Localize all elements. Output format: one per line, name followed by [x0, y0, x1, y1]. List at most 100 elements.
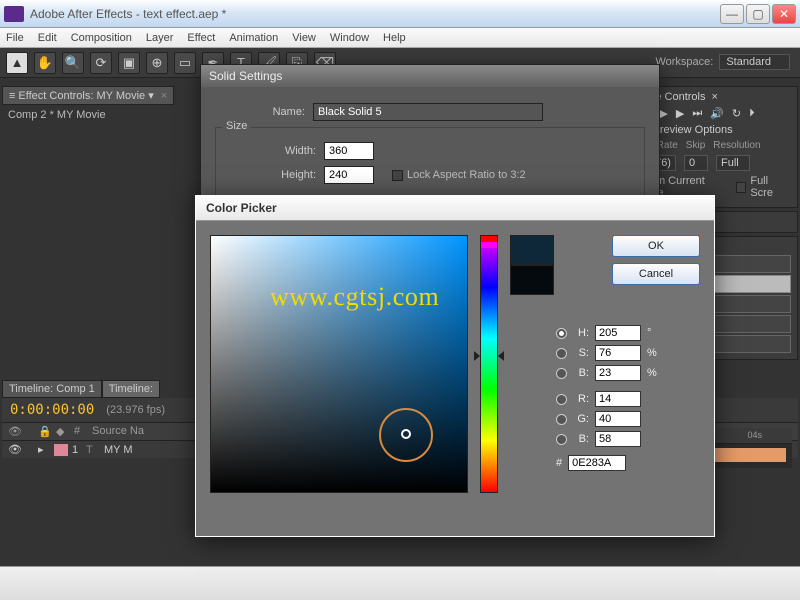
hex-label: #: [556, 457, 562, 469]
zoom-tool-icon[interactable]: 🔍: [62, 52, 84, 74]
fps-display: (23.976 fps): [106, 404, 165, 416]
minimize-button[interactable]: —: [720, 4, 744, 24]
lock-aspect-checkbox[interactable]: [392, 170, 403, 181]
name-input[interactable]: [313, 103, 543, 121]
dialog-title: Color Picker: [196, 196, 714, 221]
timeline-tab[interactable]: Timeline:: [102, 380, 160, 398]
saturation-value-box[interactable]: [210, 235, 468, 493]
dialog-title: Solid Settings: [201, 65, 659, 87]
comp-path: Comp 2 * MY Movie: [2, 105, 202, 125]
brightness-radio[interactable]: [556, 368, 567, 379]
resolution-field[interactable]: Full: [716, 155, 750, 171]
menu-file[interactable]: File: [6, 32, 24, 44]
hue-slider[interactable]: [480, 235, 498, 493]
mask-tool-icon[interactable]: ▭: [174, 52, 196, 74]
b-label: B:: [573, 367, 589, 379]
close-button[interactable]: ✕: [772, 4, 796, 24]
cancel-button[interactable]: Cancel: [612, 263, 700, 285]
h-label: H:: [573, 327, 589, 339]
width-label: Width:: [226, 145, 316, 157]
menu-layer[interactable]: Layer: [146, 32, 174, 44]
size-label: Size: [222, 120, 251, 132]
menu-bar: File Edit Composition Layer Effect Anima…: [0, 28, 800, 48]
height-input[interactable]: [324, 166, 374, 184]
color-fields: H: ° S: % B: % R:: [556, 321, 659, 471]
menu-help[interactable]: Help: [383, 32, 406, 44]
next-frame-icon[interactable]: ▶: [676, 107, 684, 120]
hue-indicator-right-icon: [498, 351, 504, 361]
workspace-value[interactable]: Standard: [719, 54, 790, 70]
brightness-input[interactable]: [595, 365, 641, 381]
label-icon: ◆: [56, 425, 74, 438]
previous-color-swatch[interactable]: [510, 265, 554, 295]
taskbar: [0, 566, 800, 600]
hue-indicator-left-icon: [474, 351, 480, 361]
ok-button[interactable]: OK: [612, 235, 700, 257]
source-name-col: Source Na: [92, 425, 144, 438]
workspace-selector: Workspace: Standard: [655, 54, 790, 70]
eye-icon[interactable]: 👁: [8, 425, 38, 438]
color-selection-dot[interactable]: [401, 429, 411, 439]
pan-behind-tool-icon[interactable]: ⊕: [146, 52, 168, 74]
red-radio[interactable]: [556, 394, 567, 405]
loop-icon[interactable]: ↻: [732, 107, 741, 120]
height-label: Height:: [226, 169, 316, 181]
workspace-label: Workspace:: [655, 56, 713, 68]
menu-window[interactable]: Window: [330, 32, 369, 44]
g-label: G:: [573, 413, 589, 425]
num-col: #: [74, 425, 92, 438]
red-input[interactable]: [595, 391, 641, 407]
menu-animation[interactable]: Animation: [229, 32, 278, 44]
hue-input[interactable]: [595, 325, 641, 341]
window-titlebar: Adobe After Effects - text effect.aep * …: [0, 0, 800, 28]
lock-icon[interactable]: 🔒: [38, 425, 56, 438]
app-icon: [4, 6, 24, 22]
layer-number: 1: [72, 444, 86, 456]
camera-tool-icon[interactable]: ▣: [118, 52, 140, 74]
expand-icon[interactable]: ▸: [38, 443, 50, 456]
saturation-input[interactable]: [595, 345, 641, 361]
timecode[interactable]: 0:00:00:00: [10, 402, 94, 418]
resolution-label: Resolution: [713, 140, 760, 151]
layer-type-icon: T: [86, 444, 104, 456]
green-radio[interactable]: [556, 414, 567, 425]
rotate-tool-icon[interactable]: ⟳: [90, 52, 112, 74]
effect-controls-panel: ≡ Effect Controls: MY Movie ▾ × Comp 2 *…: [2, 86, 202, 125]
timeline-tab[interactable]: Timeline: Comp 1: [2, 380, 102, 398]
bl-label: B:: [573, 433, 589, 445]
hue-radio[interactable]: [556, 328, 567, 339]
dropdown-icon[interactable]: ▾: [148, 89, 154, 102]
blue-radio[interactable]: [556, 434, 567, 445]
green-input[interactable]: [595, 411, 641, 427]
size-group: Size Width: Height: Lock Aspect Ratio to…: [215, 127, 645, 199]
close-icon[interactable]: ×: [711, 91, 717, 103]
layer-name[interactable]: MY M: [104, 444, 133, 456]
selection-tool-icon[interactable]: ▲: [6, 52, 28, 74]
last-frame-icon[interactable]: ⏭: [692, 107, 702, 120]
time-tick: 04s: [747, 430, 762, 440]
menu-composition[interactable]: Composition: [71, 32, 132, 44]
layer-color-swatch[interactable]: [54, 444, 68, 456]
width-input[interactable]: [324, 142, 374, 160]
name-label: Name:: [215, 106, 305, 118]
menu-effect[interactable]: Effect: [187, 32, 215, 44]
tab-icon: ≡: [9, 90, 15, 102]
maximize-button[interactable]: ▢: [746, 4, 770, 24]
lock-aspect-label: Lock Aspect Ratio to 3:2: [407, 169, 526, 181]
s-label: S:: [573, 347, 589, 359]
menu-view[interactable]: View: [292, 32, 316, 44]
hand-tool-icon[interactable]: ✋: [34, 52, 56, 74]
play-icon[interactable]: ▶: [659, 107, 667, 120]
close-icon[interactable]: ×: [161, 90, 167, 102]
ram-preview-icon[interactable]: ⏵: [749, 107, 755, 120]
visibility-icon[interactable]: 👁: [8, 443, 24, 456]
skip-field[interactable]: 0: [684, 155, 708, 171]
menu-edit[interactable]: Edit: [38, 32, 57, 44]
audio-icon[interactable]: 🔊: [710, 107, 724, 120]
blue-input[interactable]: [595, 431, 641, 447]
saturation-radio[interactable]: [556, 348, 567, 359]
hex-input[interactable]: [568, 455, 626, 471]
window-title: Adobe After Effects - text effect.aep *: [30, 7, 720, 21]
full-screen-checkbox[interactable]: [736, 182, 746, 193]
effect-controls-tab[interactable]: ≡ Effect Controls: MY Movie ▾ ×: [2, 86, 174, 105]
